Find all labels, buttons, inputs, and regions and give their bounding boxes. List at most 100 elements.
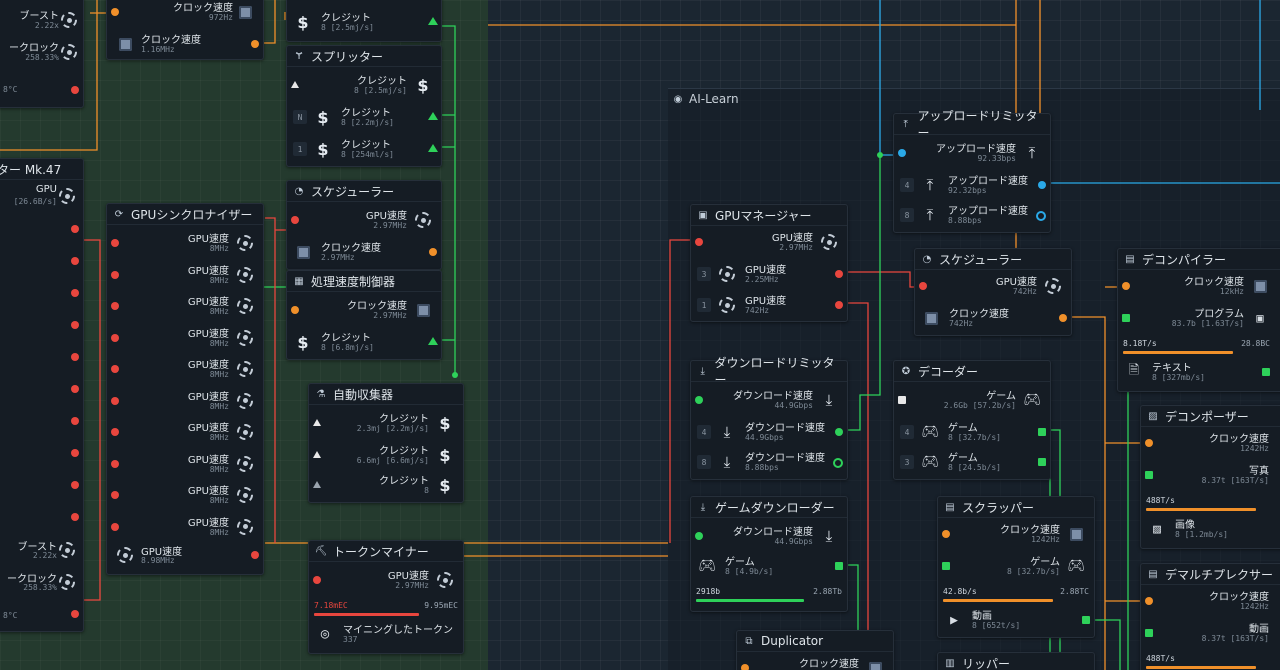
row-label: クレジット [341, 140, 391, 151]
input-pin[interactable] [111, 396, 119, 405]
node-credit-top[interactable]: $ クレジット 8 [2.5mj/s] [286, 0, 442, 42]
node-demultiplexer[interactable]: ▤ デマルチプレクサー クロック速度 1242Hz 動画 8.37t [163T/… [1140, 563, 1280, 670]
output-pin[interactable] [1262, 368, 1270, 376]
output-pin[interactable] [1082, 616, 1090, 624]
output-pin[interactable] [71, 513, 79, 521]
input-pin[interactable] [291, 81, 299, 88]
output-pin[interactable] [71, 86, 79, 94]
output-pin[interactable] [428, 337, 438, 345]
input-pin[interactable] [898, 396, 906, 404]
row-value: 8 [327mb/s] [1152, 373, 1205, 382]
input-pin[interactable] [291, 216, 299, 224]
node-duplicator[interactable]: ⧉ Duplicator クロック速度 [736, 630, 894, 670]
output-pin[interactable] [428, 112, 438, 120]
throttle-icon: ▦ [294, 275, 304, 287]
input-pin[interactable] [291, 306, 299, 314]
input-pin[interactable] [111, 333, 119, 342]
node-scrapper[interactable]: ▤ スクラッパー クロック速度 1242Hz ゲーム 8 [32.7b/s] 🎮︎… [937, 496, 1095, 638]
output-pin[interactable] [833, 458, 843, 468]
output-pin[interactable] [1036, 211, 1046, 221]
progress-current: 8.18T/s [1123, 339, 1157, 348]
node-mk47[interactable]: ター Mk.47 GPU [26.6B/s] ブースト 2.22x ークロック … [0, 158, 84, 632]
input-pin[interactable] [111, 365, 119, 373]
output-pin[interactable] [835, 301, 843, 309]
input-pin[interactable] [942, 530, 950, 538]
node-gpu-synchronizer[interactable]: ⟳ GPUシンクロナイザー GPU速度 8MHz GPU速度 8MHz GPU速度 8MHz… [106, 203, 264, 575]
output-pin[interactable] [71, 289, 79, 297]
node-boost-top[interactable]: ブースト 2.22x ークロック 258.33% 8°C [0, 0, 84, 108]
input-pin[interactable] [111, 522, 119, 531]
node-title: ター Mk.47 [0, 159, 83, 180]
node-throttle[interactable]: ▦ 処理速度制御器 クロック速度 2.97MHz $ クレジット 8 [6.8mj… [286, 270, 442, 360]
workspace-canvas[interactable]: ◉ AI-Learn ブースト 2.22x ークロック 258.33% 8°C … [0, 0, 1280, 670]
input-pin[interactable] [313, 481, 321, 488]
input-pin[interactable] [1122, 282, 1130, 290]
row-value: 8°C [3, 85, 18, 94]
output-pin[interactable] [429, 248, 437, 256]
node-download-limiter[interactable]: ⤓ ダウンロードリミッター ダウンロード速度 44.9Gbps ⤓ 4 ⤓ ダウン… [690, 356, 848, 480]
node-gpu-manager[interactable]: ▣ GPUマネージャー GPU速度 2.97MHz 3 GPU速度 2.25MHz… [690, 204, 848, 322]
node-decompiler[interactable]: ▤ デコンパイラー クロック速度 12kHz プログラム 83.7b [1.63T… [1117, 248, 1280, 392]
output-pin[interactable] [71, 449, 79, 457]
output-pin[interactable] [71, 257, 79, 265]
input-pin[interactable] [111, 428, 119, 436]
node-auto-collector[interactable]: ⚗ 自動収集器 クレジット 2.3mj [2.2mj/s] $ クレジット 6.6… [308, 383, 464, 503]
input-pin[interactable] [313, 451, 321, 458]
input-pin[interactable] [695, 238, 703, 246]
input-pin[interactable] [1145, 439, 1153, 447]
input-pin[interactable] [111, 302, 119, 310]
input-pin[interactable] [1122, 314, 1130, 322]
input-pin[interactable] [111, 8, 119, 16]
output-pin[interactable] [1038, 458, 1046, 466]
node-token-miner[interactable]: ⛏ トークンマイナー GPU速度 2.97MHz 7.18mEC 9.95mEC … [308, 540, 464, 654]
input-pin[interactable] [313, 419, 321, 426]
node-decoder[interactable]: ✪ デコーダー ゲーム 2.6Gb [57.2b/s] 🎮︎ 4 🎮︎ ゲーム 8… [893, 360, 1051, 480]
output-pin[interactable] [835, 562, 843, 570]
input-pin[interactable] [111, 491, 119, 499]
input-pin[interactable] [695, 396, 703, 404]
output-pin[interactable] [71, 385, 79, 393]
sync-gpu-row: GPU速度 8MHz [107, 291, 263, 321]
input-pin[interactable] [942, 562, 950, 570]
row-label: クレジット [379, 446, 429, 457]
output-pin[interactable] [251, 551, 259, 559]
output-pin[interactable] [428, 144, 438, 152]
input-pin[interactable] [111, 459, 119, 468]
output-pin[interactable] [71, 610, 79, 618]
output-pin[interactable] [835, 428, 843, 436]
output-pin[interactable] [835, 270, 843, 278]
node-scheduler-right[interactable]: ◔ スケジューラー GPU速度 742Hz クロック速度 742Hz [914, 248, 1072, 336]
input-pin[interactable] [1145, 597, 1153, 605]
output-pin[interactable] [71, 353, 79, 361]
node-title-label: スプリッター [311, 49, 384, 64]
input-pin[interactable] [919, 282, 927, 290]
node-decomposer[interactable]: ▨ デコンポーザー クロック速度 1242Hz 写真 8.37t [163T/s]… [1140, 405, 1280, 549]
node-upload-limiter[interactable]: ⤒ アップロードリミッター アップロード速度 92.33bps ⤒ 4 ⤒ アップ… [893, 109, 1051, 233]
input-pin[interactable] [695, 532, 703, 540]
image-icon: ▨ [1148, 410, 1158, 422]
output-pin[interactable] [428, 17, 438, 25]
upload-icon: ⤒ [926, 206, 934, 224]
row-value: 8.88bps [948, 216, 982, 225]
output-pin[interactable] [71, 481, 79, 489]
input-pin[interactable] [313, 576, 321, 584]
output-pin[interactable] [71, 417, 79, 425]
gpu-icon [819, 232, 839, 252]
node-splitter[interactable]: Ɏ スプリッター クレジット 8 [2.5mj/s] $ N $ クレジット 8 … [286, 45, 442, 167]
node-scheduler-left[interactable]: ◔ スケジューラー GPU速度 2.97MHz クロック速度 2.97MHz [286, 180, 442, 270]
output-pin[interactable] [1059, 314, 1067, 322]
node-game-downloader[interactable]: ⤓ ゲームダウンローダー ダウンロード速度 44.9Gbps ⤓ 🎮︎ ゲーム 8… [690, 496, 848, 612]
output-pin[interactable] [251, 40, 259, 48]
output-pin[interactable] [71, 321, 79, 329]
input-pin[interactable] [111, 270, 119, 279]
node-ripper[interactable]: ▥ リッパー [937, 652, 1095, 670]
node-clock-top[interactable]: クロック速度 972Hz クロック速度 1.16MHz [106, 0, 264, 60]
input-pin[interactable] [898, 149, 906, 157]
input-pin[interactable] [111, 239, 119, 247]
output-pin[interactable] [1038, 428, 1046, 436]
input-pin[interactable] [1145, 471, 1153, 479]
output-pin[interactable] [1038, 181, 1046, 189]
input-pin[interactable] [741, 664, 749, 670]
input-pin[interactable] [1145, 629, 1153, 637]
output-pin[interactable] [71, 225, 79, 233]
